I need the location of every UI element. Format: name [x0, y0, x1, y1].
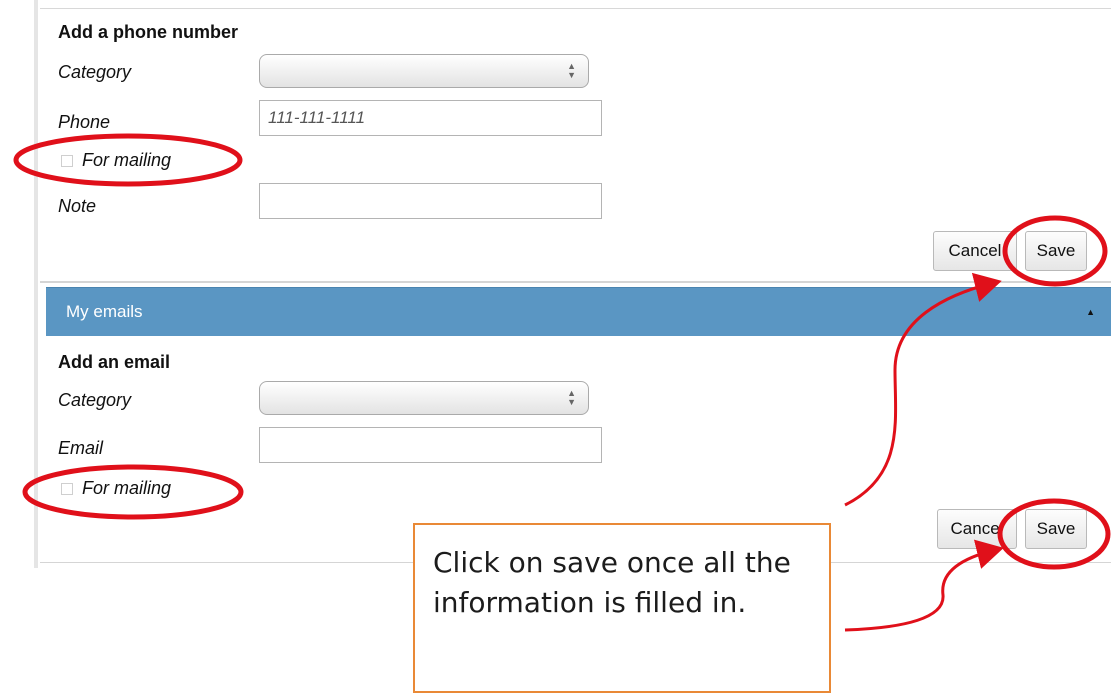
- my-emails-title: My emails: [66, 302, 143, 321]
- section-divider: [40, 281, 1111, 283]
- phone-category-select[interactable]: ▲ ▼: [259, 54, 589, 88]
- select-arrows-icon: ▲ ▼: [567, 61, 576, 80]
- panel-top-border: [40, 8, 1111, 9]
- email-category-label: Category: [58, 390, 132, 410]
- email-for-mailing-label: For mailing: [82, 478, 172, 498]
- instruction-callout: Click on save once all the information i…: [413, 523, 831, 693]
- phone-for-mailing-label: For mailing: [82, 150, 172, 170]
- email-label: Email: [58, 438, 104, 458]
- email-cancel-button[interactable]: Cancel: [937, 509, 1017, 549]
- phone-cancel-button[interactable]: Cancel: [933, 231, 1017, 271]
- email-save-button[interactable]: Save: [1025, 509, 1087, 549]
- phone-note-label: Note: [58, 196, 97, 216]
- phone-save-button[interactable]: Save: [1025, 231, 1087, 271]
- email-input[interactable]: [259, 427, 602, 463]
- phone-category-label: Category: [58, 62, 132, 82]
- email-category-select[interactable]: ▲ ▼: [259, 381, 589, 415]
- phone-form-heading: Add a phone number: [58, 22, 238, 42]
- collapse-caret-icon[interactable]: ▲: [1086, 307, 1095, 317]
- phone-label: Phone: [58, 112, 111, 132]
- email-form-heading: Add an email: [58, 352, 171, 372]
- my-emails-section-header[interactable]: My emails ▲: [46, 287, 1111, 336]
- phone-note-input[interactable]: [259, 183, 602, 219]
- phone-for-mailing-checkbox[interactable]: [61, 155, 73, 167]
- select-arrows-icon: ▲ ▼: [567, 388, 576, 407]
- phone-input[interactable]: [259, 100, 602, 136]
- email-for-mailing-checkbox[interactable]: [61, 483, 73, 495]
